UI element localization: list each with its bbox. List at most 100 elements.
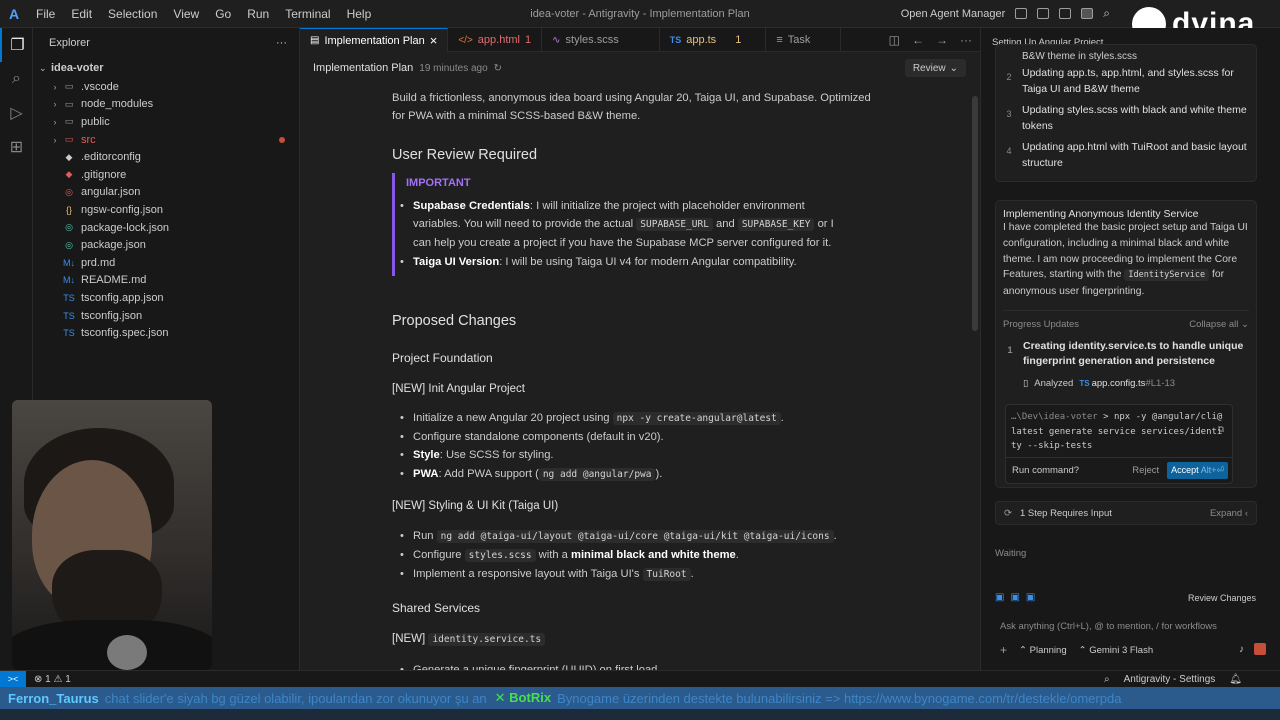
bell-icon[interactable]: 🔔︎ — [1229, 674, 1242, 685]
tree-item-label: tsconfig.json — [81, 309, 143, 322]
tree-item-label: .vscode — [81, 80, 119, 93]
reject-button[interactable]: Reject — [1132, 465, 1159, 476]
requires-input-bar[interactable]: ⟳ 1 Step Requires Input Expand ‹ — [995, 501, 1257, 525]
back-arrow-icon[interactable]: ← — [912, 33, 924, 47]
tab-styles-scss[interactable]: ∿ styles.scss — [542, 28, 660, 52]
file-icon: TS — [63, 292, 75, 303]
copy-icon[interactable]: ⧉ — [1218, 424, 1224, 435]
zoom-icon[interactable]: ⌕ — [1104, 674, 1110, 685]
search-icon[interactable]: ⌕ — [0, 62, 33, 96]
file-icon: M↓ — [63, 257, 75, 268]
steps-card: B&W theme in styles.scss 2 Updating app.t… — [995, 44, 1257, 182]
open-agent-manager-button[interactable]: Open Agent Manager — [901, 8, 1006, 20]
remote-indicator[interactable]: >< — [0, 670, 26, 688]
workspace-root-label: idea-voter — [51, 62, 104, 74]
menu-help[interactable]: Help — [339, 7, 380, 21]
folder-item[interactable]: › ▭ node_modules — [33, 96, 299, 114]
text: with a — [538, 549, 568, 562]
review-dropdown[interactable]: Review ⌄ — [904, 59, 966, 77]
file-item[interactable]: ◎ package-lock.json — [33, 219, 299, 237]
forward-arrow-icon[interactable]: → — [936, 33, 948, 47]
app-logo: A — [8, 5, 20, 22]
typescript-file-icon: TS — [1079, 378, 1090, 388]
init-list: Initialize a new Angular 20 project usin… — [400, 409, 870, 484]
file-item[interactable]: M↓ prd.md — [33, 254, 299, 272]
extensions-icon[interactable]: ⊞ — [0, 130, 33, 164]
tree-item-label: .editorconfig — [81, 151, 141, 164]
tab-app-html[interactable]: </> app.html 1 — [448, 28, 543, 52]
file-item[interactable]: TS tsconfig.app.json — [33, 289, 299, 307]
step-text: Updating app.ts, app.html, and styles.sc… — [1022, 67, 1234, 95]
stop-button[interactable] — [1254, 643, 1266, 655]
file-change-icon[interactable]: ▣ — [1010, 592, 1019, 603]
close-icon[interactable]: × — [430, 33, 438, 48]
analyzed-file-link[interactable]: app.config.ts#L1-13 — [1092, 378, 1175, 389]
stream-chat-ticker: Ferron_Taurus chat slider'e siyah bg güz… — [0, 687, 1280, 709]
analyzed-label: Analyzed — [1034, 377, 1074, 389]
model-dropdown[interactable]: ⌃ Gemini 3 Flash — [1079, 645, 1154, 656]
menu-terminal[interactable]: Terminal — [277, 7, 338, 21]
explorer-icon[interactable]: ❐ — [0, 28, 33, 62]
chat-input[interactable]: Ask anything (Ctrl+L), @ to mention, / f… — [992, 613, 1270, 632]
menu-run[interactable]: Run — [239, 7, 277, 21]
menu-file[interactable]: File — [28, 7, 63, 21]
problems-indicator[interactable]: ⊗ 1 ⚠ 1 — [34, 674, 71, 685]
mode-label: Planning — [1029, 644, 1067, 656]
history-icon[interactable]: ↻ — [494, 63, 502, 74]
add-context-icon[interactable]: + — [1000, 643, 1007, 657]
accept-shortcut: Alt+⏎ — [1200, 465, 1224, 475]
file-item[interactable]: ◎ angular.json — [33, 184, 299, 202]
tree-item-label: tsconfig.spec.json — [81, 327, 169, 340]
tab-task[interactable]: ≡ Task — [766, 28, 842, 52]
list-item: Configure styles.scss with a minimal bla… — [400, 546, 870, 565]
workspace-root[interactable]: ⌄ idea-voter — [33, 58, 299, 78]
tab-implementation-plan[interactable]: ▤ Implementation Plan × — [300, 28, 449, 52]
step-number: 1 — [1007, 344, 1013, 355]
split-editor-icon[interactable]: ◫ — [889, 33, 900, 47]
menu-selection[interactable]: Selection — [100, 7, 165, 21]
file-change-icon[interactable]: ▣ — [995, 592, 1004, 603]
file-item[interactable]: M↓ README.md — [33, 272, 299, 290]
mode-dropdown[interactable]: ⌃ Planning — [1019, 645, 1067, 656]
folder-item[interactable]: › ▭ public — [33, 113, 299, 131]
bold-text: PWA — [413, 467, 439, 480]
file-item[interactable]: {} ngsw-config.json — [33, 201, 299, 219]
toggle-panel-icon[interactable] — [1059, 8, 1072, 19]
tab-app-ts[interactable]: TS app.ts 1 — [660, 28, 767, 52]
run-debug-icon[interactable]: ▷ — [0, 96, 33, 130]
more-actions-icon[interactable]: ··· — [276, 37, 287, 49]
review-changes-button[interactable]: Review Changes — [1188, 593, 1256, 603]
tab-label: app.ts — [686, 34, 717, 46]
layout-icon[interactable] — [1015, 8, 1028, 19]
file-item[interactable]: TS tsconfig.json — [33, 307, 299, 325]
terminal-command: …\Dev\idea-voter > npx -y @angular/cli@l… — [1011, 412, 1223, 451]
folder-item[interactable]: › ▭ .vscode — [33, 78, 299, 96]
accept-button[interactable]: Accept Alt+⏎ — [1167, 462, 1228, 479]
file-change-icon[interactable]: ▣ — [1026, 592, 1035, 603]
file-item[interactable]: ◆ .editorconfig — [33, 148, 299, 166]
text: . — [780, 412, 784, 424]
microphone-icon[interactable]: ♪ — [1239, 644, 1244, 655]
menu-go[interactable]: Go — [207, 7, 239, 21]
inline-code: identity.service.ts — [428, 633, 546, 646]
file-item[interactable]: TS tsconfig.spec.json — [33, 324, 299, 342]
menu-edit[interactable]: Edit — [63, 7, 100, 21]
text: : Use SCSS for styling. — [439, 449, 554, 462]
file-item[interactable]: ◆ .gitignore — [33, 166, 299, 184]
waiting-status: Waiting — [995, 548, 1027, 559]
collapse-all-button[interactable]: Collapse all ⌄ — [1189, 319, 1249, 330]
search-icon[interactable]: ⌕ — [1103, 6, 1110, 21]
task-heading: Implementing Anonymous Identity Service — [1003, 208, 1199, 220]
toggle-sidebar-icon[interactable] — [1037, 8, 1050, 19]
toggle-secondary-sidebar-icon[interactable] — [1081, 8, 1094, 19]
file-item[interactable]: ◎ package.json — [33, 236, 299, 254]
folder-item[interactable]: › ▭ src — [33, 131, 299, 149]
review-label: Review — [912, 62, 946, 74]
more-icon[interactable]: ··· — [960, 33, 972, 47]
settings-indicator[interactable]: Antigravity - Settings — [1124, 674, 1216, 685]
expand-button[interactable]: Expand ‹ — [1210, 508, 1248, 519]
document-scrollbar[interactable] — [972, 96, 978, 331]
menu-view[interactable]: View — [165, 7, 207, 21]
bold-text: Style — [413, 449, 440, 462]
tree-item-label: tsconfig.app.json — [81, 291, 164, 304]
